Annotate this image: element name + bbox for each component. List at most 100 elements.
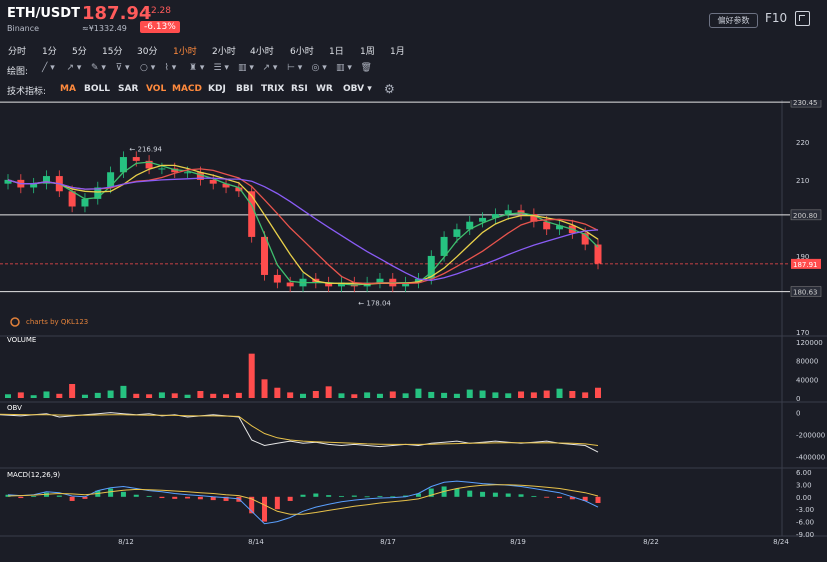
macd-bar-37 (480, 491, 486, 497)
candle-body-19 (248, 191, 256, 237)
indicator-sar[interactable]: SAR (118, 84, 138, 94)
fib-icon[interactable]: ☰ ▾ (214, 63, 229, 73)
gear-icon[interactable]: ⚙ (384, 82, 395, 96)
obv-tick-2: -400000 (796, 454, 825, 462)
indicator-toolbar: 技术指标: ⚙ MA BOLL SAR VOL MACD KDJ BBI TRIX RSI WR O… (0, 80, 827, 98)
tab-timeframe-2[interactable]: 5分 (72, 44, 87, 57)
drawing-label: 绘图: (7, 67, 29, 77)
indicator-obv[interactable]: OBV ▾ (343, 84, 372, 94)
macd-bar-14 (185, 496, 191, 499)
obv-tick-0: 0 (796, 410, 800, 418)
delete-icon[interactable]: 🗑 (361, 63, 372, 73)
preferences-button[interactable]: 偏好参数 (709, 13, 758, 28)
x-tick-3: 8/19 (510, 538, 526, 546)
volume-bar-1 (17, 392, 24, 398)
volume-bar-5 (69, 384, 76, 398)
price-level-label-0: 230.45 (793, 100, 818, 107)
shape-icon[interactable]: ⊽ ▾ (116, 63, 130, 73)
candle-body-35 (453, 229, 461, 237)
line-icon[interactable]: ╱ ▾ (42, 63, 55, 73)
tab-timeframe-10[interactable]: 1周 (360, 44, 375, 57)
f10-button[interactable]: F10 (765, 11, 787, 25)
tab-timeframe-9[interactable]: 1日 (329, 44, 344, 57)
tab-timeframe-0[interactable]: 分时 (8, 44, 26, 57)
gann-icon[interactable]: ▥ ▾ (238, 63, 254, 73)
ray-icon[interactable]: ↗ ▾ (67, 63, 82, 73)
indicator-rsi[interactable]: RSI (291, 84, 308, 94)
volume-bar-30 (389, 391, 396, 398)
volume-bar-37 (479, 390, 486, 398)
brush-icon[interactable]: ⌇ ▾ (165, 63, 177, 73)
price-tick-7: 170 (796, 329, 809, 337)
volume-bar-46 (595, 387, 601, 398)
macd-tick-1: 3.00 (796, 481, 812, 489)
macd-bar-28 (364, 496, 370, 498)
volume-bar-28 (364, 392, 371, 398)
indicator-vol[interactable]: VOL (146, 84, 166, 94)
volume-bar-25 (325, 386, 332, 398)
tab-timeframe-11[interactable]: 1月 (390, 44, 405, 57)
volume-tick-2: 40000 (796, 376, 818, 384)
volume-bar-29 (376, 393, 383, 398)
indicator-wr[interactable]: WR (316, 84, 333, 94)
pitchfork-icon[interactable]: ♜ ▾ (189, 63, 204, 73)
tab-timeframe-8[interactable]: 6小时 (290, 44, 314, 57)
volume-bar-44 (569, 391, 576, 398)
ma-red-line (7, 168, 599, 285)
volume-bar-21 (274, 387, 281, 398)
candle-body-22 (286, 282, 294, 287)
macd-bar-8 (108, 488, 114, 497)
indicator-trix[interactable]: TRIX (261, 84, 284, 94)
macd-bar-22 (287, 496, 293, 501)
indicator-bbi[interactable]: BBI (236, 84, 253, 94)
obv-line-1 (0, 413, 599, 446)
text-icon[interactable]: ▥ ▾ (336, 63, 352, 73)
chart-svg[interactable]: 230.45220210200.80190187.91180.63170← 21… (0, 96, 827, 559)
tab-timeframe-1[interactable]: 1分 (42, 44, 57, 57)
low-annotation: ← 178.04 (358, 299, 391, 307)
indicator-macd[interactable]: MACD (172, 84, 202, 94)
tab-timeframe-7[interactable]: 4小时 (250, 44, 274, 57)
volume-bar-10 (133, 393, 140, 398)
ticker-header: ETH/USDT Binance 187.94 ≈¥1332.49 -12.28… (0, 0, 827, 38)
macd-bar-12 (159, 496, 165, 499)
eye-icon[interactable]: ◎ ▾ (312, 63, 327, 73)
tab-timeframe-5[interactable]: 1小时 (173, 44, 197, 57)
ma-yellow-line (7, 164, 599, 285)
x-tick-0: 8/12 (118, 538, 134, 546)
macd-bar-1 (18, 496, 24, 499)
ma-green-line (7, 161, 599, 286)
measure-icon[interactable]: ⊢ ▾ (287, 63, 302, 73)
pen-icon[interactable]: ✎ ▾ (91, 63, 106, 73)
candle-body-16 (209, 179, 217, 184)
macd-dif-line (7, 480, 599, 525)
macd-bar-2 (31, 495, 37, 497)
chart-area[interactable]: 230.45 220 210 200.80 190 187.91 180.63 170 ← 21… (0, 96, 827, 559)
volume-bar-23 (300, 393, 306, 398)
macd-bar-15 (197, 496, 203, 500)
volume-bar-33 (428, 391, 435, 398)
volume-bar-2 (30, 395, 37, 398)
price-level-label-6: 180.63 (793, 289, 818, 297)
volume-tick-1: 80000 (796, 358, 818, 366)
indicator-kdj[interactable]: KDJ (208, 84, 226, 94)
volume-bar-41 (530, 392, 537, 398)
indicator-ma[interactable]: MA (60, 84, 76, 94)
change-percent-badge: -6.13% (140, 21, 180, 33)
indicator-boll[interactable]: BOLL (84, 84, 110, 94)
expand-icon[interactable] (795, 11, 810, 26)
obv-title: OBV (7, 404, 22, 412)
high-annotation: ← 216.94 (129, 145, 162, 153)
volume-bar-19 (248, 353, 255, 398)
obv-tick-1: -200000 (796, 432, 825, 440)
tab-timeframe-4[interactable]: 30分 (137, 44, 157, 57)
watermark-text: charts by QKL123 (26, 318, 88, 326)
macd-bar-27 (351, 495, 357, 497)
price-tick-2: 210 (796, 177, 809, 185)
circle-icon[interactable]: ○ ▾ (140, 63, 155, 73)
tab-timeframe-3[interactable]: 15分 (102, 44, 122, 57)
macd-bar-21 (274, 496, 280, 510)
tab-timeframe-6[interactable]: 2小时 (212, 44, 236, 57)
macd-bar-43 (557, 496, 563, 499)
arrow-icon[interactable]: ↗ ▾ (263, 63, 278, 73)
